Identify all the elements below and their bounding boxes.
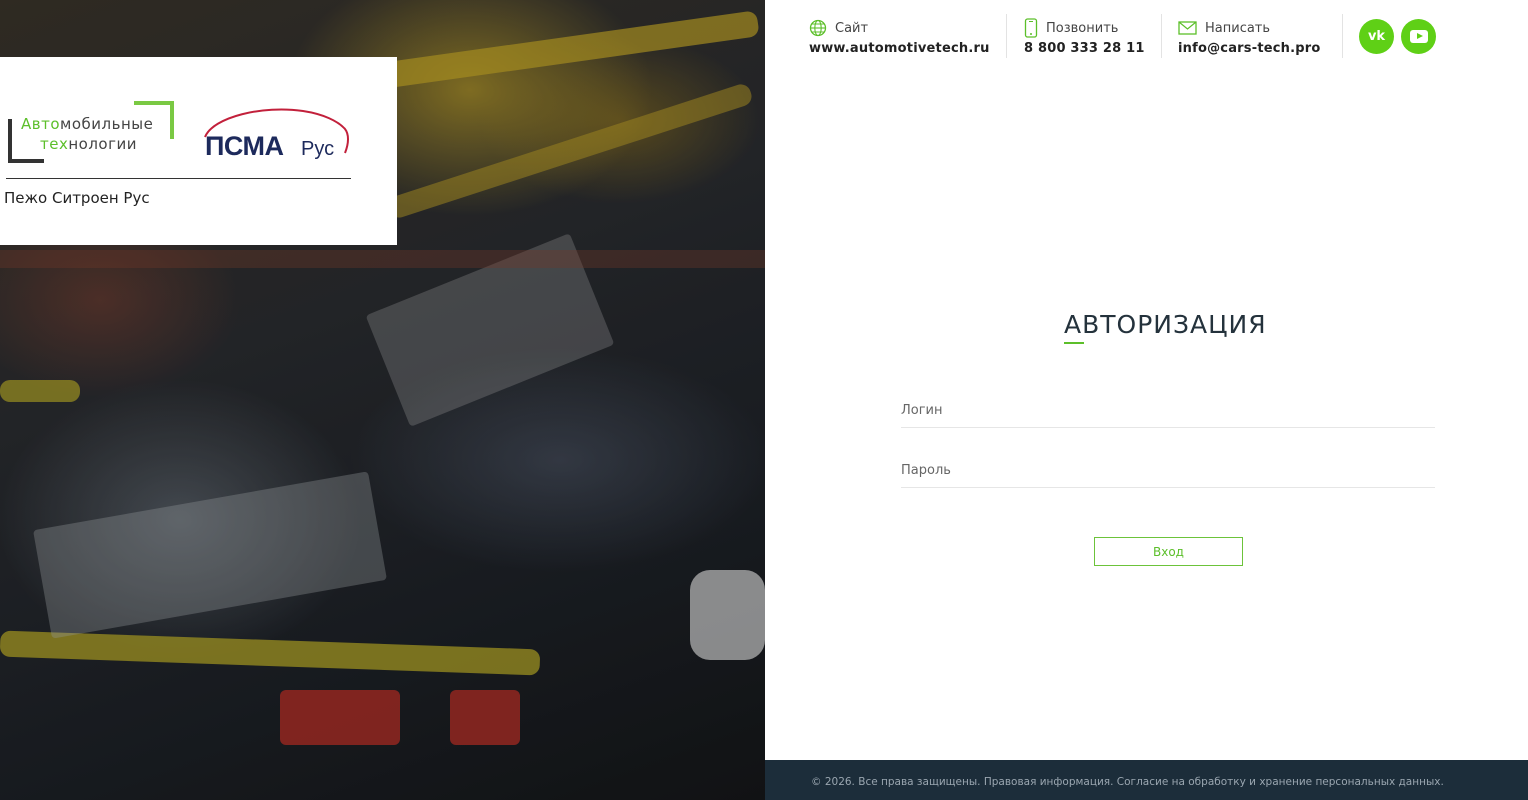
password-input[interactable] (901, 448, 1435, 487)
automotive-tech-logo: Автомобильные технологии (8, 101, 174, 165)
vk-icon: vk (1367, 29, 1386, 44)
site-label: Сайт (835, 20, 869, 36)
vk-button[interactable]: vk (1359, 19, 1394, 54)
login-input[interactable] (901, 388, 1435, 427)
youtube-button[interactable] (1401, 19, 1436, 54)
contact-site[interactable]: Сайт www.automotivetech.ru (809, 18, 990, 56)
login-field[interactable] (901, 388, 1435, 428)
mail-icon (1178, 21, 1197, 35)
header-divider (1006, 14, 1007, 58)
psma-logo-suffix: Рус (301, 138, 335, 160)
contact-phone[interactable]: Позвонить 8 800 333 28 11 (1024, 18, 1145, 56)
youtube-icon (1409, 30, 1428, 43)
logo-text-line1: Автомобильные (21, 115, 154, 133)
contact-mail[interactable]: Написать info@cars-tech.pro (1178, 18, 1321, 57)
mail-label: Написать (1205, 20, 1271, 36)
phone-label: Позвонить (1046, 20, 1119, 36)
auth-panel: Сайт www.automotivetech.ru Позвонить 8 8… (765, 0, 1528, 800)
login-button[interactable]: Вход (1094, 537, 1243, 566)
password-field[interactable] (901, 448, 1435, 488)
psma-logo: ПСМА Рус (203, 107, 353, 167)
auth-title: АВТОРИЗАЦИЯ (1064, 310, 1267, 339)
company-caption: Пежо Ситроен Рус (4, 189, 150, 207)
footer-text: © 2026. Все права защищены. Правовая инф… (811, 776, 1444, 788)
auth-title-underline (1064, 342, 1084, 344)
phone-icon (1024, 18, 1038, 38)
phone-link[interactable]: 8 800 333 28 11 (1024, 41, 1145, 56)
logo-card: Автомобильные технологии ПСМА Рус Пежо С… (0, 57, 397, 245)
logo-divider (6, 178, 351, 179)
logo-text-line2: технологии (40, 135, 137, 153)
psma-logo-main: ПСМА (205, 131, 284, 161)
mail-link[interactable]: info@cars-tech.pro (1178, 41, 1321, 56)
footer: © 2026. Все права защищены. Правовая инф… (765, 760, 1528, 800)
header-divider (1342, 14, 1343, 58)
site-link[interactable]: www.automotivetech.ru (809, 41, 990, 56)
globe-icon (809, 19, 827, 37)
header-divider (1161, 14, 1162, 58)
